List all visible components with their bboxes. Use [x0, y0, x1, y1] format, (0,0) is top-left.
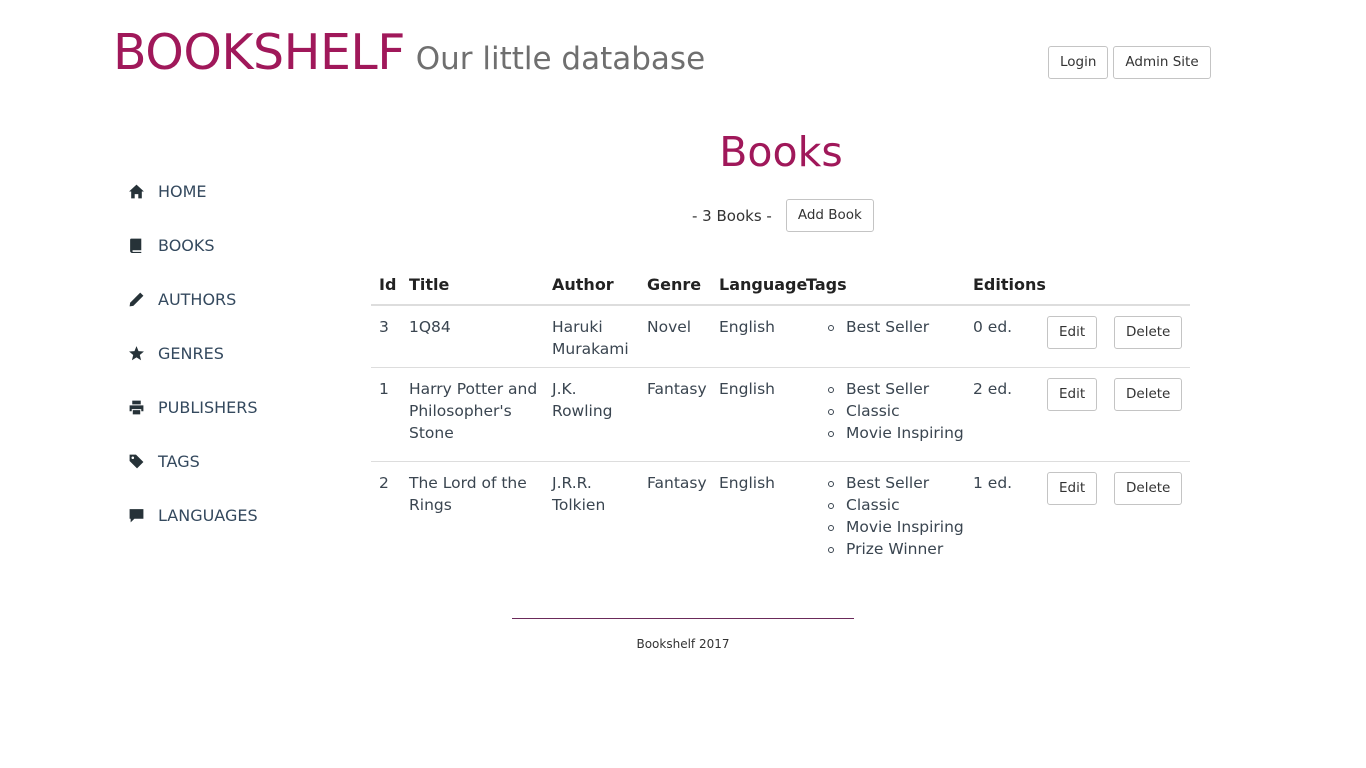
brand-name[interactable]: BOOKSHELF	[113, 24, 405, 81]
cell-editions: 1 ed.	[973, 474, 1013, 492]
books-table: Id Title Author Genre Language Tags Edit…	[371, 270, 1190, 562]
page-title: Books	[719, 128, 843, 176]
delete-button[interactable]: Delete	[1114, 472, 1183, 505]
cell-author: J.R.R. Tolkien	[552, 474, 606, 514]
tag-item: Classic	[828, 400, 964, 422]
sidebar-item-label: BOOKS	[158, 235, 215, 255]
star-icon	[126, 343, 146, 363]
cell-genre: Fantasy	[647, 474, 707, 492]
sidebar-item-label: PUBLISHERS	[158, 397, 258, 417]
tag-item: Prize Winner	[828, 538, 964, 560]
add-book-button[interactable]: Add Book	[785, 199, 874, 232]
sidebar-item-books[interactable]: BOOKS	[126, 222, 306, 268]
edit-button[interactable]: Edit	[1047, 472, 1098, 505]
column-header-language: Language	[719, 275, 808, 294]
tag-item: Classic	[828, 494, 964, 516]
cell-id: 2	[379, 474, 389, 492]
table-row: 3 1Q84 Haruki Murakami Novel English Bes…	[371, 306, 1190, 368]
footer-text: Bookshelf 2017	[636, 637, 730, 651]
cell-author: J.K. Rowling	[552, 380, 613, 420]
login-button[interactable]: Login	[1048, 46, 1109, 79]
book-icon	[126, 235, 146, 255]
sidebar-item-genres[interactable]: GENRES	[126, 330, 306, 376]
sidebar-item-label: TAGS	[158, 451, 200, 471]
sidebar-item-home[interactable]: HOME	[126, 168, 306, 214]
edit-button[interactable]: Edit	[1047, 316, 1098, 349]
books-count: - 3 Books -	[692, 206, 772, 225]
column-header-id: Id	[379, 275, 397, 294]
cell-genre: Fantasy	[647, 380, 707, 398]
tag-item: Movie Inspiring	[828, 422, 964, 444]
print-icon	[126, 397, 146, 417]
cell-tags: Best Seller	[828, 316, 929, 338]
column-header-genre: Genre	[647, 275, 702, 294]
cell-language: English	[719, 318, 775, 336]
cell-author: Haruki Murakami	[552, 318, 629, 358]
tag-item: Best Seller	[828, 378, 964, 400]
column-header-title: Title	[409, 275, 450, 294]
cell-title: 1Q84	[409, 318, 451, 336]
delete-button[interactable]: Delete	[1114, 316, 1183, 349]
column-header-editions: Editions	[973, 275, 1046, 294]
delete-button[interactable]: Delete	[1114, 378, 1183, 411]
brand-tagline: Our little database	[415, 41, 706, 77]
pencil-icon	[126, 289, 146, 309]
tag-icon	[126, 451, 146, 471]
site-brand[interactable]: BOOKSHELF Our little database	[113, 24, 705, 81]
tag-item: Best Seller	[828, 316, 929, 338]
table-row: 2 The Lord of the Rings J.R.R. Tolkien F…	[371, 462, 1190, 562]
cell-editions: 2 ed.	[973, 380, 1013, 398]
footer-divider	[512, 618, 854, 619]
edit-button[interactable]: Edit	[1047, 378, 1098, 411]
column-header-tags: Tags	[806, 275, 847, 294]
table-row: 1 Harry Potter and Philosopher's Stone J…	[371, 368, 1190, 462]
cell-title: Harry Potter and Philosopher's Stone	[409, 380, 538, 442]
sidebar-item-languages[interactable]: LANGUAGES	[126, 492, 306, 538]
cell-genre: Novel	[647, 318, 692, 336]
table-header: Id Title Author Genre Language Tags Edit…	[371, 270, 1190, 306]
admin-site-button[interactable]: Admin Site	[1113, 46, 1211, 79]
home-icon	[126, 181, 146, 201]
sidebar-item-label: LANGUAGES	[158, 505, 258, 525]
cell-tags: Best Seller Classic Movie Inspiring Priz…	[828, 472, 964, 560]
header-actions: Login Admin Site	[1048, 46, 1211, 79]
sidebar-item-label: GENRES	[158, 343, 224, 363]
cell-editions: 0 ed.	[973, 318, 1013, 336]
tag-item: Movie Inspiring	[828, 516, 964, 538]
cell-tags: Best Seller Classic Movie Inspiring	[828, 378, 964, 444]
comment-icon	[126, 505, 146, 525]
cell-language: English	[719, 380, 775, 398]
cell-id: 3	[379, 318, 389, 336]
sidebar-item-tags[interactable]: TAGS	[126, 438, 306, 484]
cell-title: The Lord of the Rings	[409, 474, 527, 514]
sidebar-item-label: AUTHORS	[158, 289, 237, 309]
column-header-author: Author	[552, 275, 614, 294]
sidebar-item-publishers[interactable]: PUBLISHERS	[126, 384, 306, 430]
cell-language: English	[719, 474, 775, 492]
tag-item: Best Seller	[828, 472, 964, 494]
sidebar-item-authors[interactable]: AUTHORS	[126, 276, 306, 322]
sidebar-item-label: HOME	[158, 181, 207, 201]
cell-id: 1	[379, 380, 389, 398]
books-count-row: - 3 Books - Add Book	[692, 199, 874, 232]
